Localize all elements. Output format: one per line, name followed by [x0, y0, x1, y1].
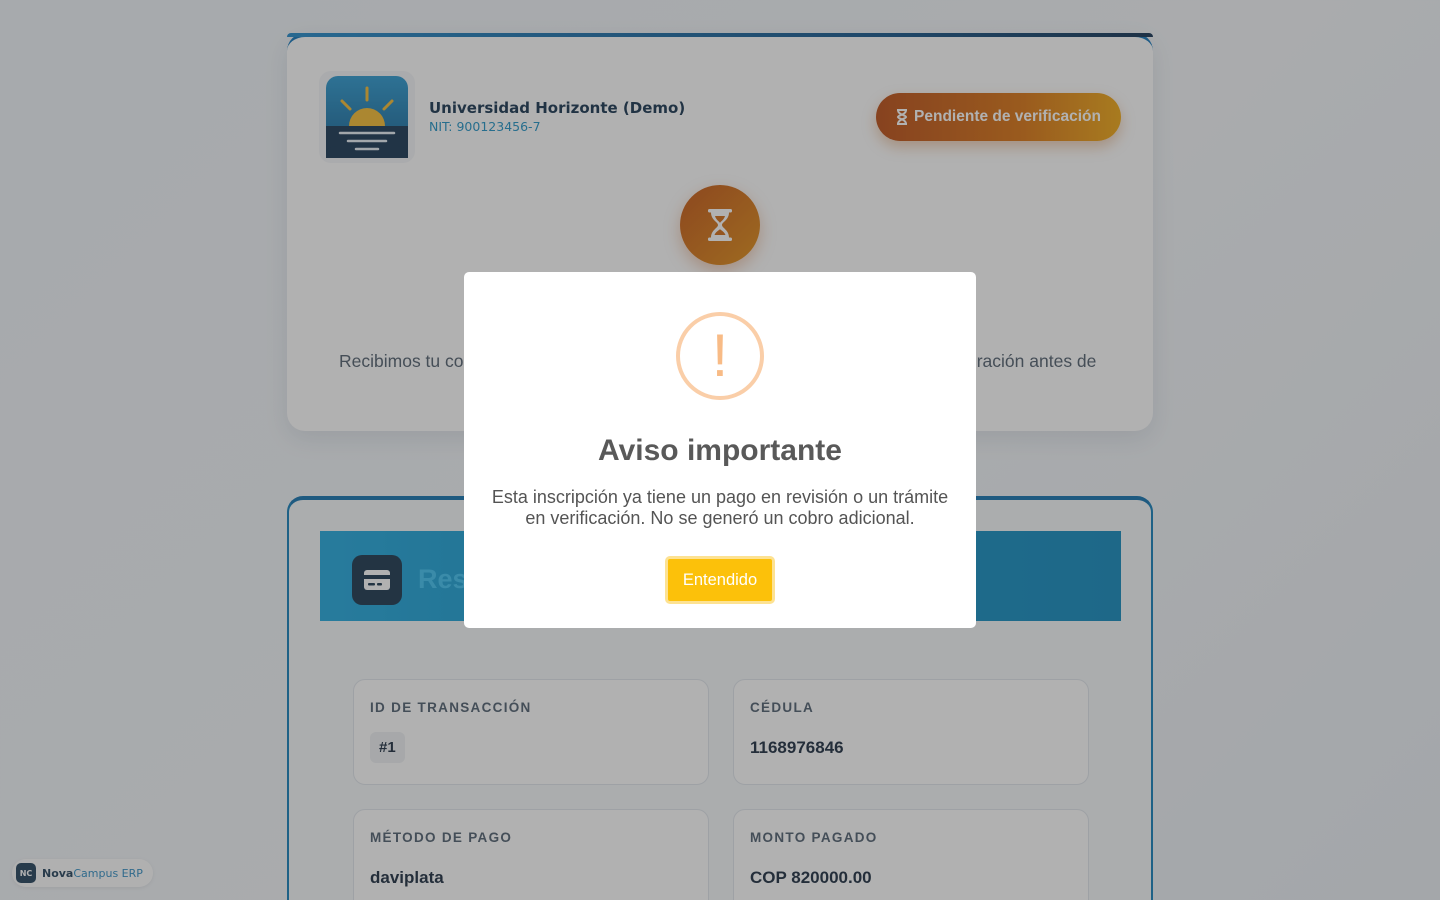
warning-dialog: ! Aviso importante Esta inscripción ya t…	[464, 272, 976, 628]
warning-icon: !	[676, 312, 764, 400]
confirm-button[interactable]: Entendido	[665, 556, 775, 604]
dialog-title: Aviso importante	[598, 434, 842, 467]
dialog-message: Esta inscripción ya tiene un pago en rev…	[491, 487, 949, 528]
